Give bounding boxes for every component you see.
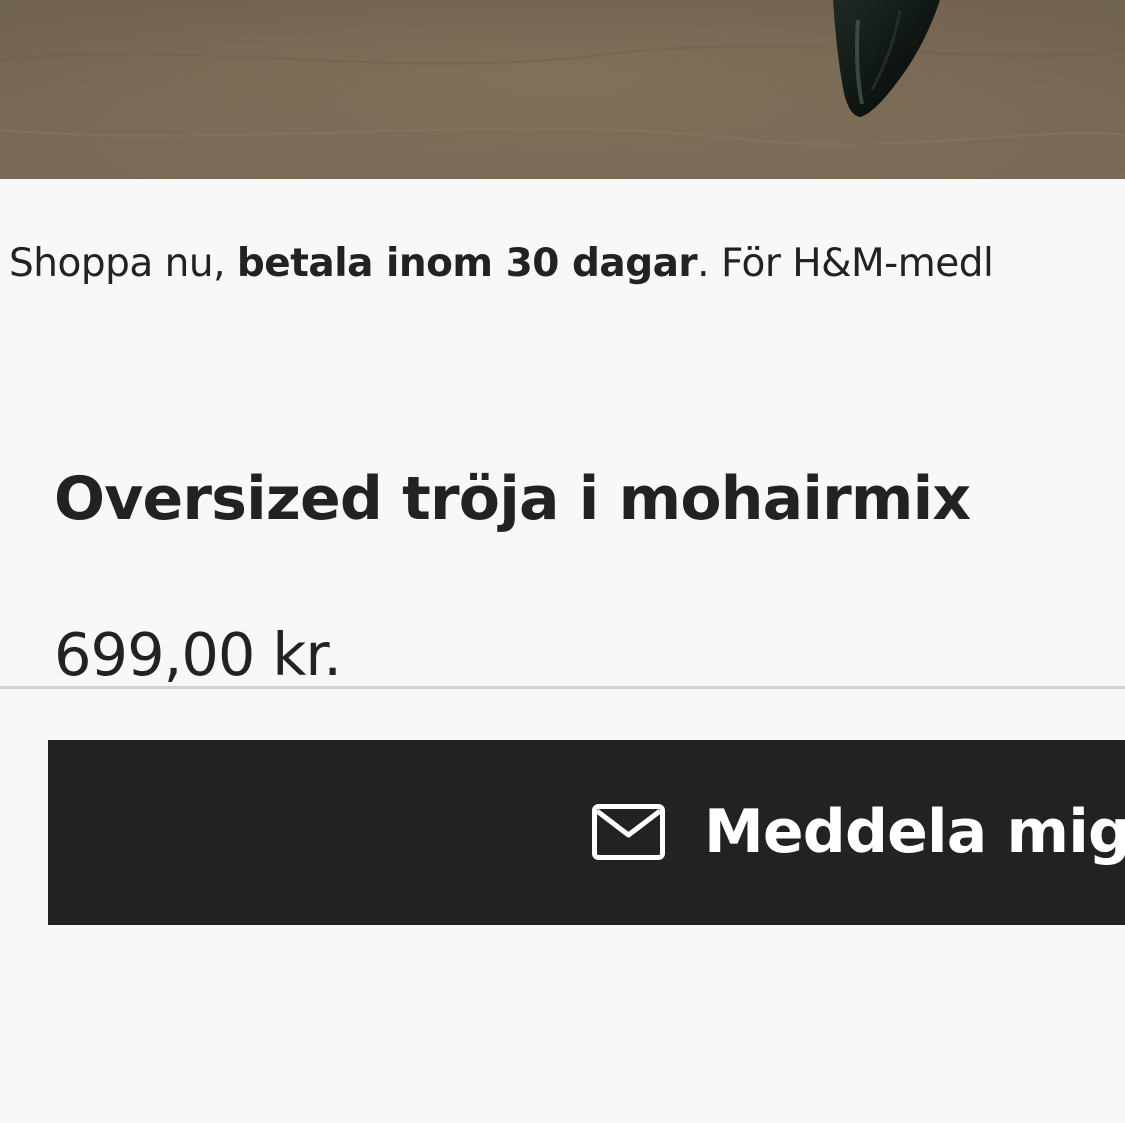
envelope-icon <box>592 804 665 860</box>
payment-promo-banner: Shoppa nu, betala inom 30 dagar. För H&M… <box>9 240 1125 288</box>
notify-me-button[interactable]: Meddela mig <box>48 740 1125 925</box>
notify-me-label: Meddela mig <box>704 797 1125 867</box>
product-image[interactable] <box>0 0 1125 179</box>
product-price: 699,00 kr. <box>54 620 342 689</box>
product-photo <box>0 0 1125 179</box>
product-title: Oversized tröja i mohairmix <box>54 464 971 534</box>
promo-text-highlight: betala inom 30 dagar <box>236 241 698 286</box>
divider <box>0 686 1125 689</box>
promo-text-start: Shoppa nu, <box>9 241 237 286</box>
promo-text-end: . För H&M-medl <box>697 241 994 286</box>
